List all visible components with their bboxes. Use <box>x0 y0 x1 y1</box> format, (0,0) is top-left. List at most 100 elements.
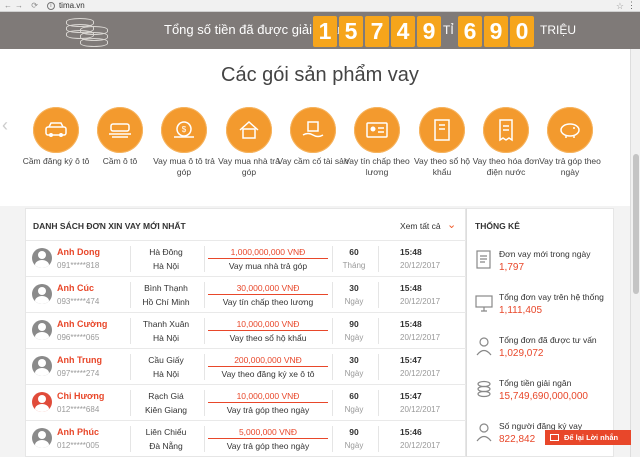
avatar-icon <box>32 356 52 376</box>
loan-date: 20/12/2017 <box>400 333 441 342</box>
loan-amount: 200,000,000 VNĐ <box>208 355 328 367</box>
product-item[interactable]: Vay cầm cố tài sản <box>277 107 349 167</box>
applicant-name: Anh Cúc <box>57 283 94 293</box>
applicant-phone: 091*****818 <box>57 261 100 270</box>
loan-type: Vay trả góp theo ngày <box>226 441 310 451</box>
divider <box>204 282 205 308</box>
nav-arrows-icon[interactable]: ←→ ⟳ <box>0 1 41 10</box>
stat-value: 1,111,405 <box>499 305 543 316</box>
stats-panel: THỐNG KÊ Đơn vay mới trong ngày 1,797 Tổng… <box>466 208 614 457</box>
product-label: Vay theo sổ hộ khẩu <box>413 156 471 177</box>
divider <box>332 390 333 416</box>
loan-amount: 1,000,000,000 VNĐ <box>208 247 328 259</box>
info-icon[interactable]: i <box>46 1 55 10</box>
counter-digit: 4 <box>391 16 415 47</box>
loan-time: 15:47 <box>400 355 422 365</box>
consultant-icon <box>474 335 494 357</box>
loan-row: Anh Phúc 012*****005 Liên Chiểu Đà Nẵng 5,00… <box>26 420 467 457</box>
applicant-phone: 093*****474 <box>57 297 100 306</box>
counter-digit: 6 <box>458 16 482 47</box>
loan-term-unit: Tháng <box>342 261 366 270</box>
product-item[interactable]: Vay tín chấp theo lương <box>341 107 413 177</box>
divider <box>204 426 205 452</box>
loan-term-unit: Ngày <box>344 333 364 342</box>
chevron-down-icon[interactable]: ⌄ <box>447 218 456 231</box>
divider <box>130 318 131 344</box>
loan-date: 20/12/2017 <box>400 405 441 414</box>
counter-digit: 9 <box>484 16 508 47</box>
loan-term: 60 <box>349 247 359 257</box>
counter-digit: 7 <box>365 16 389 47</box>
monitor-icon <box>474 292 494 314</box>
product-item[interactable]: Vay theo hóa đơn điện nước <box>470 107 542 177</box>
divider <box>378 318 379 344</box>
loan-type: Vay trả góp theo ngày <box>226 405 310 415</box>
see-all-link[interactable]: Xem tất cả <box>400 221 441 231</box>
loan-date: 20/12/2017 <box>400 441 441 450</box>
avatar-icon <box>32 428 52 448</box>
products-title: Các gói sản phẩm vay <box>221 64 419 86</box>
district: Hà Đông <box>149 247 183 257</box>
loan-type: Vay mua nhà trả góp <box>228 261 308 271</box>
applicant-name: Chi Hương <box>57 391 105 401</box>
product-item[interactable]: Vay trả góp theo ngày <box>534 107 606 177</box>
product-label: Vay tín chấp theo lương <box>344 156 410 177</box>
product-label: Vay mua ô tô trả góp <box>153 156 215 177</box>
stat-item: Tổng tiền giải ngân 15,749,690,000,000 <box>467 374 615 414</box>
bookmark-star-icon[interactable]: ☆ <box>616 1 624 12</box>
city: Hà Nội <box>153 333 179 343</box>
url-field[interactable]: tima.vn <box>59 1 85 10</box>
city: Đà Nẵng <box>149 441 183 451</box>
product-label: Cầm ô tô <box>102 156 138 166</box>
loan-date: 20/12/2017 <box>400 369 441 378</box>
car-installment-icon: $ <box>161 107 207 153</box>
counter-digit: 1 <box>313 16 337 47</box>
loan-time: 15:47 <box>400 391 422 401</box>
applicant-phone: 012*****005 <box>57 441 100 450</box>
district: Cầu Giấy <box>148 355 184 365</box>
id-card-icon <box>354 107 400 153</box>
invoice-icon <box>483 107 529 153</box>
coins-icon <box>474 378 494 400</box>
loan-term-unit: Ngày <box>344 369 364 378</box>
scrollbar-thumb[interactable] <box>633 154 639 294</box>
applicant-phone: 012*****684 <box>57 405 100 414</box>
envelope-icon <box>550 434 559 441</box>
divider <box>378 246 379 272</box>
stat-item: Tổng đơn đã được tư vấn 1,029,072 <box>467 331 615 371</box>
scrollbar[interactable] <box>630 49 640 457</box>
city: Hồ Chí Minh <box>142 297 190 307</box>
stat-label: Đơn vay mới trong ngày <box>499 249 591 259</box>
leave-message-button[interactable]: Để lại Lời nhắn <box>545 430 631 445</box>
divider <box>332 246 333 272</box>
product-label: Vay theo hóa đơn điện nước <box>472 156 540 177</box>
carousel-prev-icon[interactable]: ‹ <box>2 115 8 136</box>
product-item[interactable]: Cầm ô tô <box>84 107 156 167</box>
divider <box>378 282 379 308</box>
divider <box>332 318 333 344</box>
divider <box>130 246 131 272</box>
stat-label: Tổng đơn vay trên hệ thống <box>499 292 604 302</box>
loan-row: Anh Cúc 093*****474 Bình Thạnh Hồ Chí Minh 3… <box>26 276 467 313</box>
stat-label: Tổng đơn đã được tư vấn <box>499 335 597 345</box>
loan-term: 90 <box>349 427 359 437</box>
loan-type: Vay theo đăng ký xe ô tô <box>221 369 315 379</box>
piggy-bank-icon <box>547 107 593 153</box>
browser-address-bar: ←→ ⟳ i tima.vn ☆ ⋮ <box>0 0 640 12</box>
loan-list-title: DANH SÁCH ĐƠN XIN VAY MỚI NHẤT <box>33 221 186 231</box>
product-item[interactable]: Vay theo sổ hộ khẩu <box>406 107 478 177</box>
divider <box>130 426 131 452</box>
loan-row: Anh Dong 091*****818 Hà Đông Hà Nội 1,000,00… <box>26 240 467 277</box>
product-item[interactable]: Vay mua nhà trả góp <box>213 107 285 177</box>
stats-title: THỐNG KÊ <box>475 221 520 231</box>
product-item[interactable]: Cầm đăng ký ô tô <box>20 107 92 167</box>
loan-term: 30 <box>349 355 359 365</box>
loan-list-card: DANH SÁCH ĐƠN XIN VAY MỚI NHẤT Xem tất c… <box>25 208 467 457</box>
browser-menu-icon[interactable]: ⋮ <box>627 0 636 11</box>
stat-value: 15,749,690,000,000 <box>499 391 588 402</box>
avatar-icon <box>32 392 52 412</box>
counter-digit: 9 <box>417 16 441 47</box>
product-label: Vay mua nhà trả góp <box>218 156 280 177</box>
divider <box>130 282 131 308</box>
product-item[interactable]: $ Vay mua ô tô trả góp <box>148 107 220 177</box>
